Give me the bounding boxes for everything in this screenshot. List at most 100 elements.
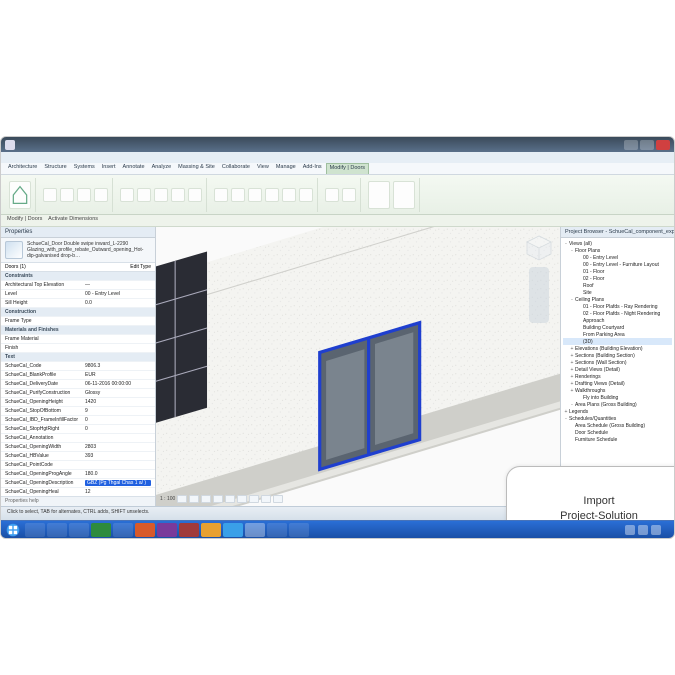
ribbon-tab[interactable]: Architecture — [5, 163, 40, 174]
property-value[interactable] — [85, 345, 151, 351]
property-row[interactable]: SchueCal_StopHgtRight0 — [1, 425, 155, 434]
modify-tool-button[interactable] — [9, 181, 31, 209]
properties-panel[interactable]: Properties SchueCal_Door Double swipe in… — [1, 227, 156, 506]
array-button[interactable] — [265, 188, 279, 202]
tree-node[interactable]: Roof — [563, 282, 672, 289]
property-row[interactable]: Architectural Top Elevation— — [1, 281, 155, 290]
window-titlebar[interactable] — [1, 137, 674, 152]
taskbar-item-excel[interactable] — [91, 523, 111, 537]
copy-button[interactable] — [77, 188, 91, 202]
move-button[interactable] — [214, 188, 228, 202]
project-browser-panel[interactable]: Project Browser - SchueCal_component_exp… — [560, 227, 674, 506]
offset-button[interactable] — [171, 188, 185, 202]
taskbar-item-access[interactable] — [179, 523, 199, 537]
tree-node[interactable]: From Parking Area — [563, 331, 672, 338]
tree-node[interactable]: Fly into Building — [563, 394, 672, 401]
taskbar-item-app1[interactable] — [267, 523, 287, 537]
align-button[interactable] — [188, 188, 202, 202]
tree-node[interactable]: +Elevations (Building Elevation) — [563, 345, 672, 352]
property-value[interactable]: 1420 — [85, 399, 151, 405]
tree-node[interactable]: -Floor Plans — [563, 247, 672, 254]
property-value[interactable]: 9 — [85, 408, 151, 414]
tree-node[interactable]: +Detail Views (Detail) — [563, 366, 672, 373]
ribbon-tab[interactable]: Analyze — [149, 163, 175, 174]
property-value[interactable]: EUR — [85, 372, 151, 378]
tree-node[interactable]: -Ceiling Plans — [563, 296, 672, 303]
ribbon-tab[interactable]: Add-Ins — [300, 163, 325, 174]
view-control-bar[interactable]: 1 : 100 — [160, 494, 556, 504]
tree-node[interactable]: +Sections (Wall Section) — [563, 359, 672, 366]
tree-node[interactable]: (3D) — [563, 338, 672, 345]
property-value[interactable]: 00 - Entry Level — [85, 291, 151, 297]
scale-button[interactable] — [282, 188, 296, 202]
pin-button[interactable] — [299, 188, 313, 202]
navigation-bar[interactable] — [529, 267, 549, 323]
property-value[interactable] — [85, 435, 151, 441]
edit-family-button[interactable] — [368, 181, 390, 209]
start-button[interactable] — [3, 523, 23, 537]
tray-icon[interactable] — [625, 525, 635, 535]
property-row[interactable]: SchueCal_PurifyConstructionGlossy — [1, 389, 155, 398]
property-value[interactable]: 393 — [85, 453, 151, 459]
ribbon-tab[interactable]: Massing & Site — [175, 163, 218, 174]
taskbar-item-onenote[interactable] — [157, 523, 177, 537]
ribbon[interactable] — [1, 175, 674, 215]
property-row[interactable]: SchueCal_DeliveryDate06-11-2016 00:00:00 — [1, 380, 155, 389]
view-cube[interactable] — [524, 233, 554, 263]
ribbon-tab[interactable]: Annotate — [120, 163, 148, 174]
property-value[interactable]: 0 — [85, 417, 151, 423]
property-group-header[interactable]: Text — [1, 353, 155, 362]
windows-taskbar[interactable] — [1, 520, 674, 538]
property-row[interactable]: SchueCal_OpeningHeight1420 — [1, 398, 155, 407]
tree-node[interactable]: 01 - Floor Plafds - Ray Rendering — [563, 303, 672, 310]
property-row[interactable]: Frame Type — [1, 317, 155, 326]
tree-node[interactable]: +Legends — [563, 408, 672, 415]
tree-node[interactable]: +Sections (Building Section) — [563, 352, 672, 359]
taskbar-item-outlook[interactable] — [69, 523, 89, 537]
property-value[interactable] — [85, 462, 151, 468]
cut-button[interactable] — [60, 188, 74, 202]
property-value[interactable]: 9806.3 — [85, 363, 151, 369]
match-button[interactable] — [94, 188, 108, 202]
taskbar-item-skype[interactable] — [223, 523, 243, 537]
property-row[interactable]: Level00 - Entry Level — [1, 290, 155, 299]
property-value[interactable]: 12 — [85, 489, 151, 495]
ribbon-tabs[interactable]: ArchitectureStructureSystemsInsertAnnota… — [1, 163, 674, 175]
tree-node[interactable]: +Walkthroughs — [563, 387, 672, 394]
pick-host-button[interactable] — [393, 181, 415, 209]
tree-node[interactable]: -Views (all) — [563, 240, 672, 247]
shadows-icon[interactable] — [213, 495, 223, 503]
tree-node[interactable]: -Area Plans (Gross Building) — [563, 401, 672, 408]
property-value[interactable]: 2803 — [85, 444, 151, 450]
detail-level-icon[interactable] — [177, 495, 187, 503]
3d-viewport[interactable]: 1 : 100 — [156, 227, 560, 506]
sun-path-icon[interactable] — [201, 495, 211, 503]
property-row[interactable]: SchueCal_OpeningProgAngle180.0 — [1, 470, 155, 479]
taskbar-item-explorer[interactable] — [25, 523, 45, 537]
ribbon-tab[interactable]: View — [254, 163, 272, 174]
quick-access-toolbar[interactable] — [1, 152, 674, 163]
ribbon-tab[interactable]: Insert — [99, 163, 119, 174]
create-button[interactable] — [342, 188, 356, 202]
property-value[interactable]: GBZ (Pg Thgal Chas 1 a/ ) — [85, 480, 151, 486]
reveal-hidden-icon[interactable] — [273, 495, 283, 503]
tree-node[interactable]: 02 - Floor Plafds - Night Rendering — [563, 310, 672, 317]
measure-button[interactable] — [325, 188, 339, 202]
trim-button[interactable] — [137, 188, 151, 202]
tree-node[interactable]: Approach — [563, 317, 672, 324]
property-value[interactable] — [85, 318, 151, 324]
taskbar-item-revit[interactable] — [245, 523, 265, 537]
ribbon-tab[interactable]: Structure — [41, 163, 69, 174]
property-row[interactable]: SchueCal_StopOfBottom9 — [1, 407, 155, 416]
crop-view-icon[interactable] — [225, 495, 235, 503]
taskbar-item-ppt[interactable] — [135, 523, 155, 537]
properties-help[interactable]: Properties help — [1, 496, 155, 506]
minimize-button[interactable] — [624, 140, 638, 150]
tree-node[interactable]: 00 - Entry Level - Furniture Layout — [563, 261, 672, 268]
property-row[interactable]: Frame Material — [1, 335, 155, 344]
tree-node[interactable]: +Renderings — [563, 373, 672, 380]
ribbon-tab[interactable]: Manage — [273, 163, 299, 174]
tray-icon[interactable] — [638, 525, 648, 535]
property-value[interactable]: Glossy — [85, 390, 151, 396]
property-row[interactable]: SchueCal_IBD_FrameInfillFactor0 — [1, 416, 155, 425]
